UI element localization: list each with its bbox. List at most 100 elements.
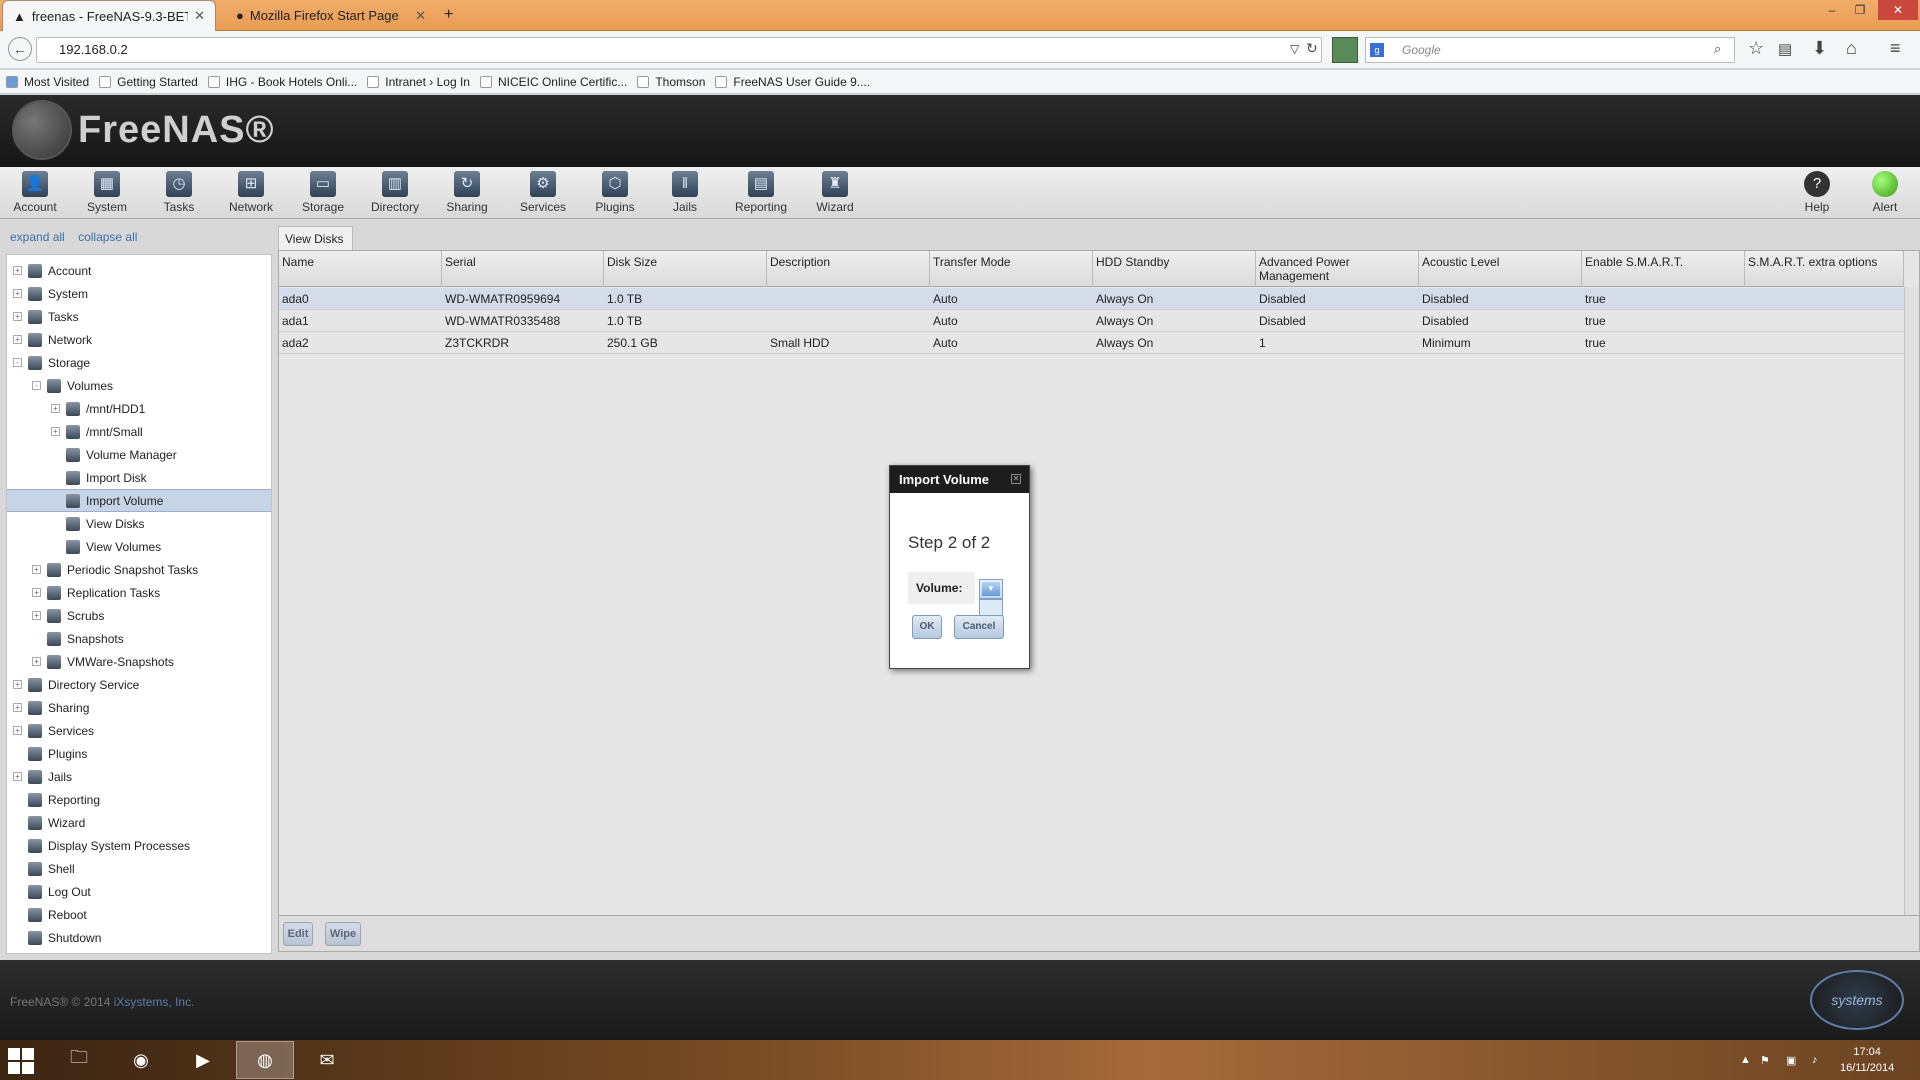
new-tab-button[interactable]: + xyxy=(444,6,453,24)
download-icon[interactable]: ⬇ xyxy=(1812,38,1827,59)
column-header[interactable]: Advanced Power Management xyxy=(1256,251,1419,287)
cancel-button[interactable]: Cancel xyxy=(954,615,1004,639)
expand-toggle-icon[interactable]: + xyxy=(32,565,41,574)
column-header[interactable]: HDD Standby xyxy=(1093,251,1256,287)
tree-item[interactable]: + Periodic Snapshot Tasks xyxy=(7,558,271,581)
tab-view-disks[interactable]: View Disks xyxy=(278,226,353,251)
toolbar-tasks[interactable]: ◷ Tasks xyxy=(144,171,214,214)
ixsystems-logo[interactable]: systems xyxy=(1810,970,1904,1030)
tree-item[interactable]: + Network xyxy=(7,328,271,351)
tree-item[interactable]: + Directory Service xyxy=(7,673,271,696)
tree-item[interactable]: + VMWare-Snapshots xyxy=(7,650,271,673)
volume-speaker-icon[interactable]: ♪ xyxy=(1812,1054,1818,1066)
collapse-toggle-icon[interactable]: - xyxy=(13,358,22,367)
expand-toggle-icon[interactable]: + xyxy=(32,588,41,597)
tree-item[interactable]: Volume Manager xyxy=(7,443,271,466)
toolbar-jails[interactable]: ‖ Jails xyxy=(650,171,720,214)
toolbar-system[interactable]: ▦ System xyxy=(72,171,142,214)
bookmark-thomson[interactable]: Thomson xyxy=(637,75,705,89)
expand-toggle-icon[interactable]: + xyxy=(13,335,22,344)
tree-item[interactable]: + Jails xyxy=(7,765,271,788)
back-arrow-icon[interactable]: ← xyxy=(8,37,32,61)
tree-item[interactable]: + Sharing xyxy=(7,696,271,719)
expand-toggle-icon[interactable]: + xyxy=(13,680,22,689)
toolbar-reporting[interactable]: ▤ Reporting xyxy=(726,171,796,214)
tree-item[interactable]: Import Volume xyxy=(7,489,271,512)
restore-icon[interactable]: ❐ xyxy=(1846,0,1874,20)
tree-item[interactable]: + Services xyxy=(7,719,271,742)
bookmark-intranet[interactable]: Intranet › Log In xyxy=(367,75,470,89)
toolbar-directory[interactable]: ▥ Directory xyxy=(360,171,430,214)
column-header[interactable]: S.M.A.R.T. extra options xyxy=(1745,251,1904,287)
tree-item[interactable]: Shell xyxy=(7,857,271,880)
volume-select[interactable]: ▼ xyxy=(979,579,1003,599)
tree-item[interactable]: Reporting xyxy=(7,788,271,811)
tree-item[interactable]: + Replication Tasks xyxy=(7,581,271,604)
expand-toggle-icon[interactable]: + xyxy=(13,266,22,275)
browser-tab-start-page[interactable]: ● Mozilla Firefox Start Page ✕ xyxy=(226,0,436,31)
column-header[interactable]: Enable S.M.A.R.T. xyxy=(1582,251,1745,287)
tree-item[interactable]: + Scrubs xyxy=(7,604,271,627)
tree-item[interactable]: + System xyxy=(7,282,271,305)
tree-item[interactable]: + /mnt/Small xyxy=(7,420,271,443)
collapse-all-link[interactable]: collapse all xyxy=(78,230,137,244)
column-header[interactable]: Transfer Mode xyxy=(930,251,1093,287)
expand-toggle-icon[interactable]: + xyxy=(32,657,41,666)
tree-item[interactable]: Reboot xyxy=(7,903,271,926)
tree-item[interactable]: Display System Processes xyxy=(7,834,271,857)
network-tray-icon[interactable]: ▣ xyxy=(1786,1054,1796,1067)
search-icon[interactable]: ⌕ xyxy=(1714,41,1721,57)
tray-arrow-icon[interactable]: ▲ xyxy=(1740,1054,1751,1066)
media-player-icon[interactable]: ▶ xyxy=(174,1041,232,1079)
reading-list-icon[interactable]: ▤ xyxy=(1778,40,1792,58)
toolbar-plugins[interactable]: ⬡ Plugins xyxy=(580,171,650,214)
vertical-scrollbar[interactable] xyxy=(1904,287,1919,915)
expand-toggle-icon[interactable]: + xyxy=(13,772,22,781)
tree-item[interactable]: Snapshots xyxy=(7,627,271,650)
edit-button[interactable]: Edit xyxy=(283,922,313,946)
table-row[interactable]: ada1 WD-WMATR0335488 1.0 TB Auto Always On Di… xyxy=(279,310,1904,332)
bookmark-niceic[interactable]: NICEIC Online Certific... xyxy=(479,75,627,89)
wipe-button[interactable]: Wipe xyxy=(325,922,361,946)
toolbar-storage[interactable]: ▭ Storage xyxy=(288,171,358,214)
expand-toggle-icon[interactable]: + xyxy=(51,404,60,413)
expand-toggle-icon[interactable]: + xyxy=(51,427,60,436)
reload-icon[interactable]: ↻ xyxy=(1306,40,1318,57)
file-explorer-icon[interactable]: 🗀 xyxy=(50,1041,108,1079)
tree-item[interactable]: + Tasks xyxy=(7,305,271,328)
browser-tab-freenas[interactable]: ▲ freenas - FreeNAS-9.3-BET... ✕ xyxy=(2,0,216,31)
toolbar-account[interactable]: 👤 Account xyxy=(0,171,70,214)
bookmark-star-icon[interactable]: ☆ xyxy=(1748,38,1764,59)
system-clock[interactable]: 17:04 16/11/2014 xyxy=(1840,1044,1894,1076)
tree-item[interactable]: - Volumes xyxy=(7,374,271,397)
tree-item[interactable]: Log Out xyxy=(7,880,271,903)
windows-start-icon[interactable] xyxy=(8,1048,34,1074)
tree-item[interactable]: Import Disk xyxy=(7,466,271,489)
column-header[interactable]: Disk Size xyxy=(604,251,767,287)
chrome-icon[interactable]: ◉ xyxy=(112,1041,170,1079)
expand-toggle-icon[interactable]: + xyxy=(13,289,22,298)
action-center-flag-icon[interactable]: ⚑ xyxy=(1760,1054,1770,1067)
addon-icon[interactable] xyxy=(1332,37,1358,63)
tree-item[interactable]: - Storage xyxy=(7,351,271,374)
tree-item[interactable]: Shutdown xyxy=(7,926,271,949)
bookmark-most-visited[interactable]: Most Visited xyxy=(6,75,89,89)
url-bar[interactable]: 192.168.0.2 xyxy=(36,37,1322,63)
bookmark-freenas-guide[interactable]: FreeNAS User Guide 9.... xyxy=(715,75,870,89)
menu-icon[interactable]: ≡ xyxy=(1890,38,1901,59)
tree-item[interactable]: Wizard xyxy=(7,811,271,834)
firefox-icon[interactable]: ◍ xyxy=(236,1041,294,1079)
toolbar-network[interactable]: ⊞ Network xyxy=(216,171,286,214)
minimize-icon[interactable]: – xyxy=(1818,0,1846,20)
column-header[interactable]: Description xyxy=(767,251,930,287)
bookmark-ihg[interactable]: IHG - Book Hotels Onli... xyxy=(207,75,357,89)
expand-toggle-icon[interactable]: + xyxy=(13,703,22,712)
column-header[interactable]: Serial xyxy=(442,251,604,287)
close-tab-icon[interactable]: ✕ xyxy=(415,8,426,24)
tree-item[interactable]: + Account xyxy=(7,259,271,282)
outlook-icon[interactable]: ✉ xyxy=(298,1041,356,1079)
column-header[interactable]: Acoustic Level xyxy=(1419,251,1582,287)
dropdown-arrow-icon[interactable]: ▽ xyxy=(1290,42,1299,56)
search-input[interactable]: Google xyxy=(1365,37,1735,63)
ok-button[interactable]: OK xyxy=(912,615,942,639)
